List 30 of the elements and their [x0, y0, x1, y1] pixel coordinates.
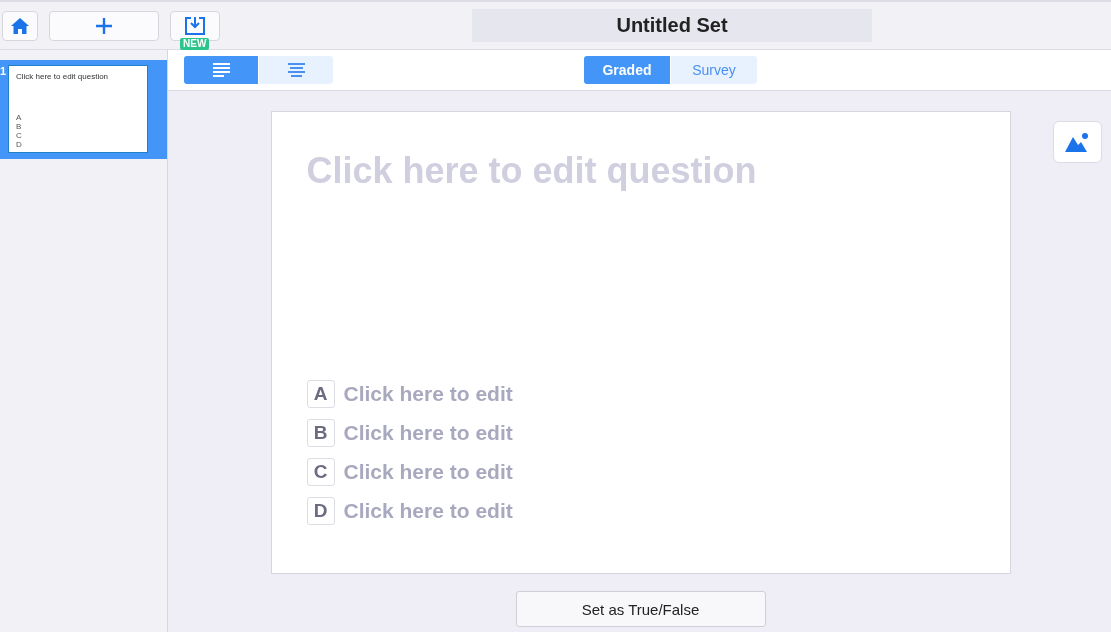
- slide-item[interactable]: 1 Click here to edit question A B C D: [0, 60, 167, 159]
- thumbnail-choice: D: [16, 140, 23, 149]
- align-center-button[interactable]: [259, 56, 333, 84]
- align-left-button[interactable]: [184, 56, 258, 84]
- thumbnail-choice: B: [16, 122, 23, 131]
- choice-letter: B: [306, 419, 335, 447]
- answer-field[interactable]: Click here to edit: [343, 382, 513, 406]
- thumbnail-choice: A: [16, 113, 23, 122]
- align-left-icon: [212, 63, 230, 77]
- true-false-button[interactable]: Set as True/False: [515, 591, 766, 627]
- choice-letter: D: [306, 497, 335, 525]
- thumbnail-question: Click here to edit question: [16, 72, 110, 81]
- choice-letter: A: [306, 380, 335, 408]
- add-image-button[interactable]: [1053, 121, 1102, 163]
- image-icon: [1064, 132, 1091, 152]
- answer-field[interactable]: Click here to edit: [343, 499, 513, 523]
- home-button[interactable]: [2, 10, 38, 41]
- answer-field[interactable]: Click here to edit: [343, 421, 513, 445]
- home-icon: [11, 17, 29, 34]
- slide-number: 1: [0, 65, 8, 79]
- thumbnail-choice: C: [16, 131, 23, 140]
- plus-icon: [95, 16, 113, 35]
- choice-letter: C: [306, 458, 335, 486]
- answer-field[interactable]: Click here to edit: [343, 460, 513, 484]
- align-center-icon: [287, 63, 305, 77]
- mode-tab[interactable]: Graded: [584, 56, 670, 84]
- mode-tab[interactable]: Survey: [671, 56, 757, 84]
- set-title[interactable]: Untitled Set: [472, 9, 872, 42]
- download-tray-icon: [184, 15, 206, 36]
- import-button[interactable]: [170, 10, 220, 41]
